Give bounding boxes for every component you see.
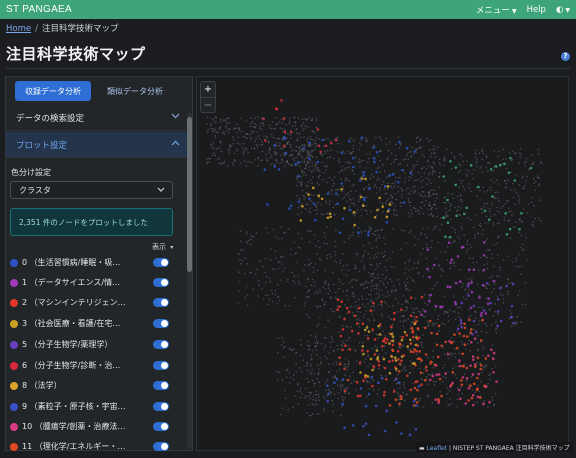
half-circle-icon: ◐ bbox=[555, 4, 564, 15]
map-scatter-plot[interactable] bbox=[197, 77, 569, 451]
cluster-label: 3 （社会医療・看護/在宅… bbox=[22, 319, 121, 328]
cluster-label: 1 （データサイエンス/情… bbox=[22, 278, 121, 287]
cluster-color-dot bbox=[10, 259, 18, 267]
cluster-toggle[interactable] bbox=[153, 422, 169, 431]
cluster-toggle[interactable] bbox=[153, 319, 169, 328]
chevron-down-icon bbox=[157, 187, 165, 192]
cluster-row: 11 （理化学/エネルギー・… bbox=[0, 438, 182, 458]
top-navbar: ST PANGAEA メニュー ▼ Help ◐ ▼ bbox=[0, 0, 576, 19]
analysis-tabs: 収録データ分析 類似データ分析 bbox=[6, 77, 192, 105]
cluster-label: 10 （腫瘍学/創薬・治療法… bbox=[22, 422, 126, 431]
cluster-color-dot bbox=[10, 320, 18, 328]
cluster-row: 2 （マシンインテリジェン… bbox=[0, 294, 182, 314]
cluster-row: 10 （腫瘍学/創薬・治療法… bbox=[0, 418, 182, 438]
color-setting-label: 色分け設定 bbox=[11, 168, 51, 177]
cluster-color-dot bbox=[10, 299, 18, 307]
map-attribution: ▬ Leaflet | NISTEP ST PANGAEA 注目科学技術マップ bbox=[416, 442, 573, 452]
chevron-down-icon bbox=[171, 113, 180, 119]
cluster-label: 6 （分子生物学/診断・治… bbox=[22, 361, 121, 370]
cluster-row: 5 （分子生物学/薬理学） bbox=[0, 336, 182, 356]
cluster-label: 8 （法学） bbox=[22, 381, 62, 390]
sidebar-scrollbar-thumb[interactable] bbox=[187, 117, 192, 272]
cluster-label: 9 （素粒子・原子核・宇宙… bbox=[22, 402, 126, 411]
map-points bbox=[206, 99, 543, 437]
cluster-color-dot bbox=[10, 362, 18, 370]
help-link[interactable]: Help bbox=[527, 5, 546, 15]
cluster-toggle[interactable] bbox=[153, 442, 169, 451]
accordion-plot-settings[interactable]: プロット設定 bbox=[6, 132, 188, 158]
cluster-row: 9 （素粒子・原子核・宇宙… bbox=[0, 398, 182, 418]
menu-label: メニュー bbox=[475, 5, 510, 16]
title-divider bbox=[6, 68, 570, 69]
brand-logo[interactable]: ST PANGAEA bbox=[6, 4, 72, 15]
chevron-up-icon bbox=[171, 140, 180, 146]
cluster-toggle[interactable] bbox=[153, 402, 169, 411]
display-dropdown[interactable]: 表示 ▾ bbox=[152, 242, 173, 252]
cluster-row: 1 （データサイエンス/情… bbox=[0, 274, 182, 294]
color-select[interactable]: クラスタ bbox=[10, 181, 173, 199]
color-select-value: クラスタ bbox=[19, 185, 51, 195]
cluster-row: 8 （法学） bbox=[0, 377, 182, 397]
cluster-toggle[interactable] bbox=[153, 381, 169, 390]
cluster-row: 3 （社会医療・看護/在宅… bbox=[0, 315, 182, 335]
cluster-toggle[interactable] bbox=[153, 340, 169, 349]
cluster-label: 11 （理化学/エネルギー・… bbox=[22, 442, 126, 451]
accordion-plot-label: プロット設定 bbox=[16, 140, 68, 151]
cluster-toggle[interactable] bbox=[153, 298, 169, 307]
cluster-toggle[interactable] bbox=[153, 278, 169, 287]
cluster-row: 6 （分子生物学/診断・治… bbox=[0, 357, 182, 377]
caret-down-icon: ▾ bbox=[170, 244, 174, 251]
cluster-toggle[interactable] bbox=[153, 361, 169, 370]
accordion-search-settings[interactable]: データの検索設定 bbox=[6, 105, 188, 131]
breadcrumb-home-link[interactable]: Home bbox=[6, 24, 31, 34]
cluster-color-dot bbox=[10, 279, 18, 287]
breadcrumb-current: 注目科学技術マップ bbox=[41, 24, 119, 34]
cluster-label: 5 （分子生物学/薬理学） bbox=[22, 340, 113, 349]
breadcrumb: Home / 注目科学技術マップ bbox=[6, 22, 119, 34]
leaflet-flag-icon: ▬ bbox=[419, 445, 425, 452]
cluster-color-dot bbox=[10, 403, 18, 411]
zoom-in-button[interactable]: + bbox=[201, 82, 215, 97]
cluster-row: 0 （生活習慣病/睡眠・吸… bbox=[0, 254, 182, 274]
navbar-right: メニュー ▼ Help ◐ ▼ bbox=[476, 4, 570, 16]
science-map[interactable] bbox=[196, 76, 569, 451]
menu-dropdown[interactable]: メニュー ▼ bbox=[476, 4, 517, 16]
leaflet-link[interactable]: Leaflet bbox=[427, 445, 447, 452]
cluster-toggle[interactable] bbox=[153, 258, 169, 267]
zoom-control: + − bbox=[200, 81, 216, 113]
tab-similar-data[interactable]: 類似データ分析 bbox=[97, 81, 173, 101]
attribution-text: | NISTEP ST PANGAEA 注目科学技術マップ bbox=[447, 445, 570, 452]
cluster-color-dot bbox=[10, 423, 18, 431]
theme-toggle[interactable]: ◐ ▼ bbox=[556, 5, 570, 15]
help-icon[interactable]: ? bbox=[561, 52, 570, 61]
cluster-label: 0 （生活習慣病/睡眠・吸… bbox=[22, 258, 121, 267]
tab-collected-data[interactable]: 収録データ分析 bbox=[15, 81, 91, 101]
cluster-color-dot bbox=[10, 443, 18, 451]
plot-info-alert: 2,351 件のノードをプロットしました bbox=[10, 208, 173, 236]
caret-down-icon: ▼ bbox=[511, 7, 517, 15]
cluster-label: 2 （マシンインテリジェン… bbox=[22, 298, 126, 307]
page-title: 注目科学技術マップ bbox=[6, 45, 146, 63]
display-label: 表示 bbox=[152, 243, 166, 251]
cluster-color-dot bbox=[10, 382, 18, 390]
zoom-out-button[interactable]: − bbox=[201, 97, 215, 112]
breadcrumb-separator: / bbox=[35, 24, 38, 34]
caret-down-icon: ▼ bbox=[565, 6, 570, 14]
cluster-color-dot bbox=[10, 341, 18, 349]
accordion-search-label: データの検索設定 bbox=[16, 113, 85, 124]
